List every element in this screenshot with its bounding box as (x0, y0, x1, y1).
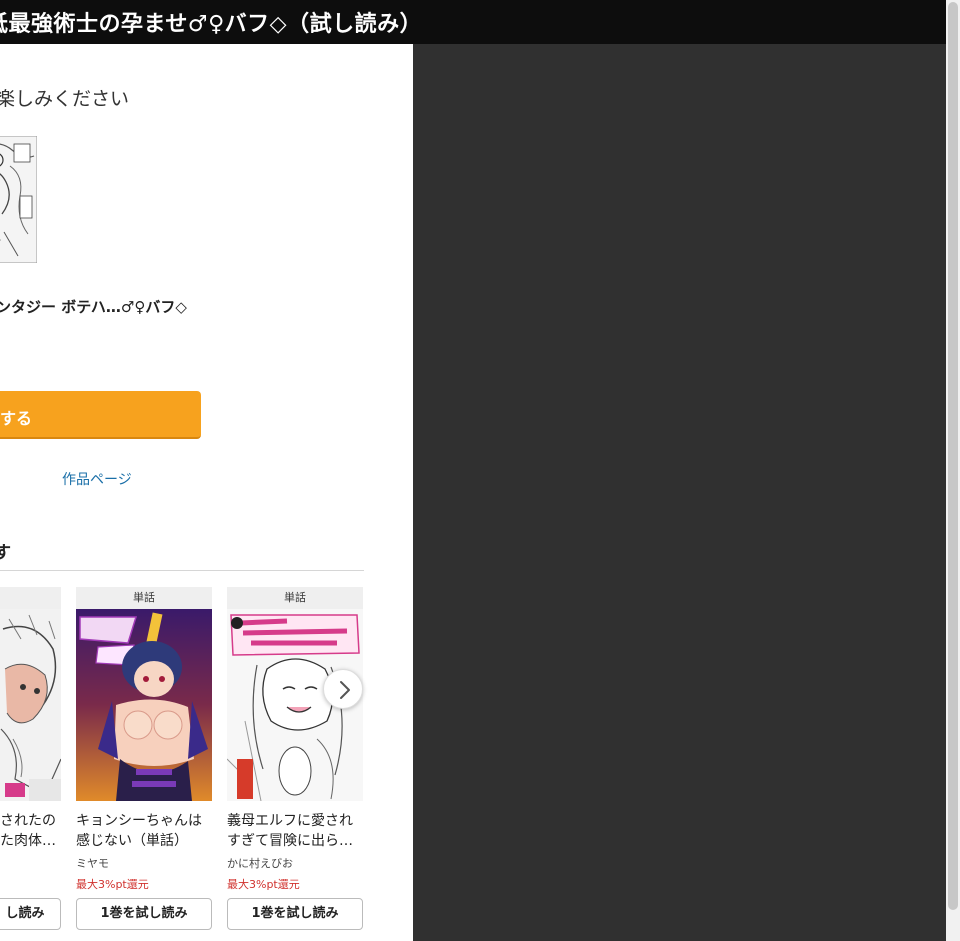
section-divider (0, 570, 364, 571)
card-badge: 単話 (227, 587, 363, 609)
cover-art (76, 609, 212, 801)
card-badge: 単話 (76, 587, 212, 609)
read-cta-button[interactable]: する (0, 391, 201, 439)
scrollbar-thumb[interactable] (948, 2, 958, 910)
card-author[interactable]: ミヤモ (76, 855, 109, 871)
trial-read-button[interactable]: 1巻を試し読み (76, 898, 212, 930)
read-cta-label: する (0, 409, 33, 428)
cover-art (0, 609, 61, 801)
recommend-heading: す (0, 543, 11, 563)
recommend-card[interactable]: 単話 義母エルフに愛され すぎて冒険に出ら… かに村えびお 最大3%pt還元 1… (227, 587, 363, 937)
card-title[interactable]: 義母エルフに愛され すぎて冒険に出ら… (227, 811, 363, 851)
card-point-badge: 最大3%pt還元 (76, 878, 149, 891)
card-title[interactable]: キョンシーちゃんは 感じない（単話） (76, 811, 212, 851)
trial-read-label: し読み (5, 906, 45, 921)
work-page-link[interactable]: 作品ページ (62, 469, 132, 489)
trial-read-button[interactable]: 1巻を試し読み (227, 898, 363, 930)
reader-viewer-area (413, 44, 946, 941)
recommend-card[interactable]: されたの た肉体… し読み (0, 587, 61, 937)
left-panel: 楽しみください ンタジー ボテハ…♂♀バフ◇ する 作品ページ す されたの た… (0, 44, 413, 941)
work-title: ンタジー ボテハ…♂♀バフ◇ (0, 298, 187, 316)
cover-art (0, 136, 37, 263)
page-title: 抵最強術士の孕ませ♂♀バフ◇（試し読み） (0, 12, 423, 37)
title-bar: 抵最強術士の孕ませ♂♀バフ◇（試し読み） (0, 0, 946, 44)
cover-thumbnail[interactable] (0, 136, 37, 263)
intro-text: 楽しみください (0, 88, 130, 110)
card-author[interactable]: かに村えびお (227, 855, 293, 871)
card-cover-image[interactable] (76, 609, 212, 801)
card-badge (0, 587, 61, 609)
card-cover-image[interactable] (0, 609, 61, 801)
card-point-badge: 最大3%pt還元 (227, 878, 300, 891)
trial-read-button[interactable]: し読み (0, 898, 61, 930)
recommend-card[interactable]: 単話 キョンシーちゃんは 感じない（単話） ミヤモ 最大3%pt還元 1巻を試し… (76, 587, 212, 937)
chevron-right-icon (340, 681, 350, 699)
carousel-next-button[interactable] (323, 669, 363, 709)
